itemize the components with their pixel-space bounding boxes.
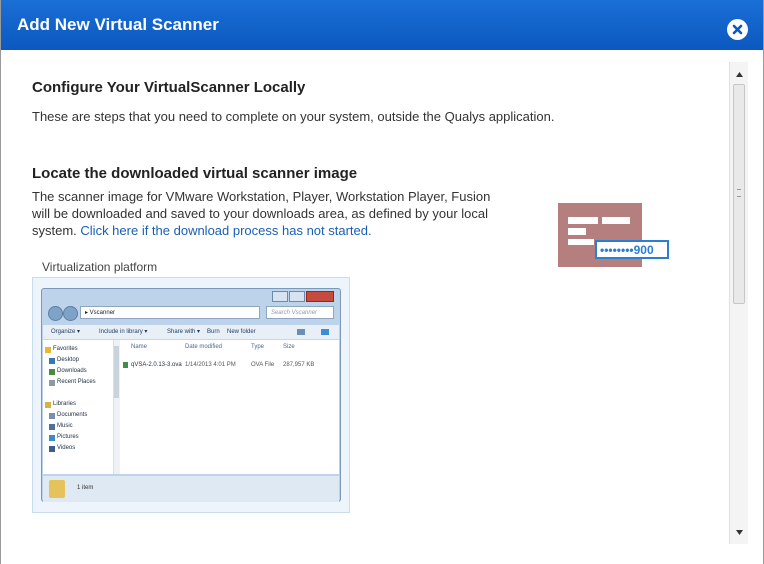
- dialog-titlebar: Add New Virtual Scanner: [1, 0, 763, 50]
- configure-description: These are steps that you need to complet…: [32, 109, 555, 124]
- pictures-icon: [49, 435, 55, 441]
- add-virtual-scanner-dialog: Add New Virtual Scanner Configure Your V…: [0, 0, 764, 564]
- folder-icon: [49, 480, 65, 498]
- nav-favorites: Favorites: [53, 346, 78, 352]
- locate-description: The scanner image for VMware Workstation…: [32, 188, 542, 239]
- download-help-link[interactable]: Click here if the download process has n…: [80, 223, 371, 238]
- address-bar: ▸ Vscanner: [80, 306, 260, 319]
- file-date: 1/14/2013 4:01 PM: [185, 362, 236, 368]
- nav-recent: Recent Places: [57, 379, 96, 385]
- nav-videos: Videos: [57, 445, 76, 451]
- maximize-icon: [289, 291, 305, 302]
- back-icon: [48, 306, 63, 321]
- item-count: 1 item: [77, 485, 94, 491]
- address-row: ▸ Vscanner Search Vscanner: [46, 305, 336, 321]
- dialog-title: Add New Virtual Scanner: [17, 15, 219, 34]
- star-icon: [45, 347, 51, 353]
- explorer-pane: Favorites Desktop Downloads Recent Place…: [43, 340, 339, 474]
- scroll-thumb[interactable]: [733, 84, 745, 304]
- column-date: Date modified: [185, 344, 223, 350]
- scroll-down-button[interactable]: [730, 522, 748, 540]
- toolbar-share: Share with ▾: [167, 329, 201, 335]
- scroll-grip-icon: [737, 189, 741, 197]
- virtualization-platform-label: Virtualization platform: [42, 260, 158, 274]
- file-size: 287,957 KB: [283, 362, 315, 368]
- locate-text-line2: will be downloaded and saved to your dow…: [32, 206, 489, 221]
- nav-documents: Documents: [57, 412, 88, 418]
- column-type: Type: [251, 344, 265, 350]
- window-controls: [271, 291, 334, 302]
- toolbar-burn: Burn: [207, 329, 220, 335]
- arrow-down-icon: [735, 522, 743, 540]
- music-icon: [49, 424, 55, 430]
- explorer-toolbar: Organize ▾ Include in library ▾ Share wi…: [43, 325, 339, 340]
- scroll-up-button[interactable]: [730, 64, 748, 82]
- desktop-icon: [49, 358, 55, 364]
- downloads-icon: [49, 369, 55, 375]
- navigation-pane: Favorites Desktop Downloads Recent Place…: [43, 340, 120, 474]
- minimize-icon: [272, 291, 288, 302]
- virtual-scanner-icon: ••••••••900: [558, 201, 670, 276]
- nav-libraries: Libraries: [53, 401, 77, 407]
- locate-text-line3: system.: [32, 223, 81, 238]
- content-scrollbar[interactable]: [729, 62, 748, 544]
- explorer-statusbar: 1 item: [43, 475, 339, 502]
- close-icon: [732, 24, 743, 35]
- documents-icon: [49, 413, 55, 419]
- arrow-up-icon: [735, 64, 743, 82]
- close-button[interactable]: [727, 19, 748, 40]
- ova-file-icon: [123, 362, 128, 368]
- window-close-icon: [306, 291, 334, 302]
- locate-text-line1: The scanner image for VMware Workstation…: [32, 189, 491, 204]
- preview-pane-icon: [321, 329, 329, 335]
- explorer-screenshot: ▸ Vscanner Search Vscanner Organize ▾ In…: [32, 277, 350, 513]
- dialog-content: Configure Your VirtualScanner Locally Th…: [1, 50, 729, 564]
- scanner-badge-text: ••••••••900: [600, 243, 654, 257]
- nav-music: Music: [57, 423, 73, 429]
- column-name: Name: [131, 344, 148, 350]
- libraries-icon: [45, 402, 51, 408]
- toolbar-new-folder: New folder: [227, 329, 256, 335]
- view-icon: [297, 329, 305, 335]
- configure-heading: Configure Your VirtualScanner Locally: [32, 79, 306, 96]
- explorer-window: ▸ Vscanner Search Vscanner Organize ▾ In…: [41, 288, 341, 502]
- forward-icon: [63, 306, 78, 321]
- locate-heading: Locate the downloaded virtual scanner im…: [32, 165, 358, 182]
- recent-places-icon: [49, 380, 55, 386]
- toolbar-organize: Organize ▾: [51, 329, 81, 335]
- file-name: qVSA-2.0.13-3.ova: [131, 362, 182, 368]
- file-type: OVA File: [251, 362, 275, 368]
- nav-scrollbar: [113, 340, 120, 474]
- toolbar-include: Include in library ▾: [99, 329, 148, 335]
- nav-downloads: Downloads: [57, 368, 87, 374]
- nav-desktop: Desktop: [57, 357, 80, 363]
- explorer-search: Search Vscanner: [266, 306, 334, 319]
- file-list: Name Date modified Type Size qVSA-2.0.13…: [123, 340, 339, 474]
- nav-pictures: Pictures: [57, 434, 79, 440]
- column-size: Size: [283, 344, 295, 350]
- videos-icon: [49, 446, 55, 452]
